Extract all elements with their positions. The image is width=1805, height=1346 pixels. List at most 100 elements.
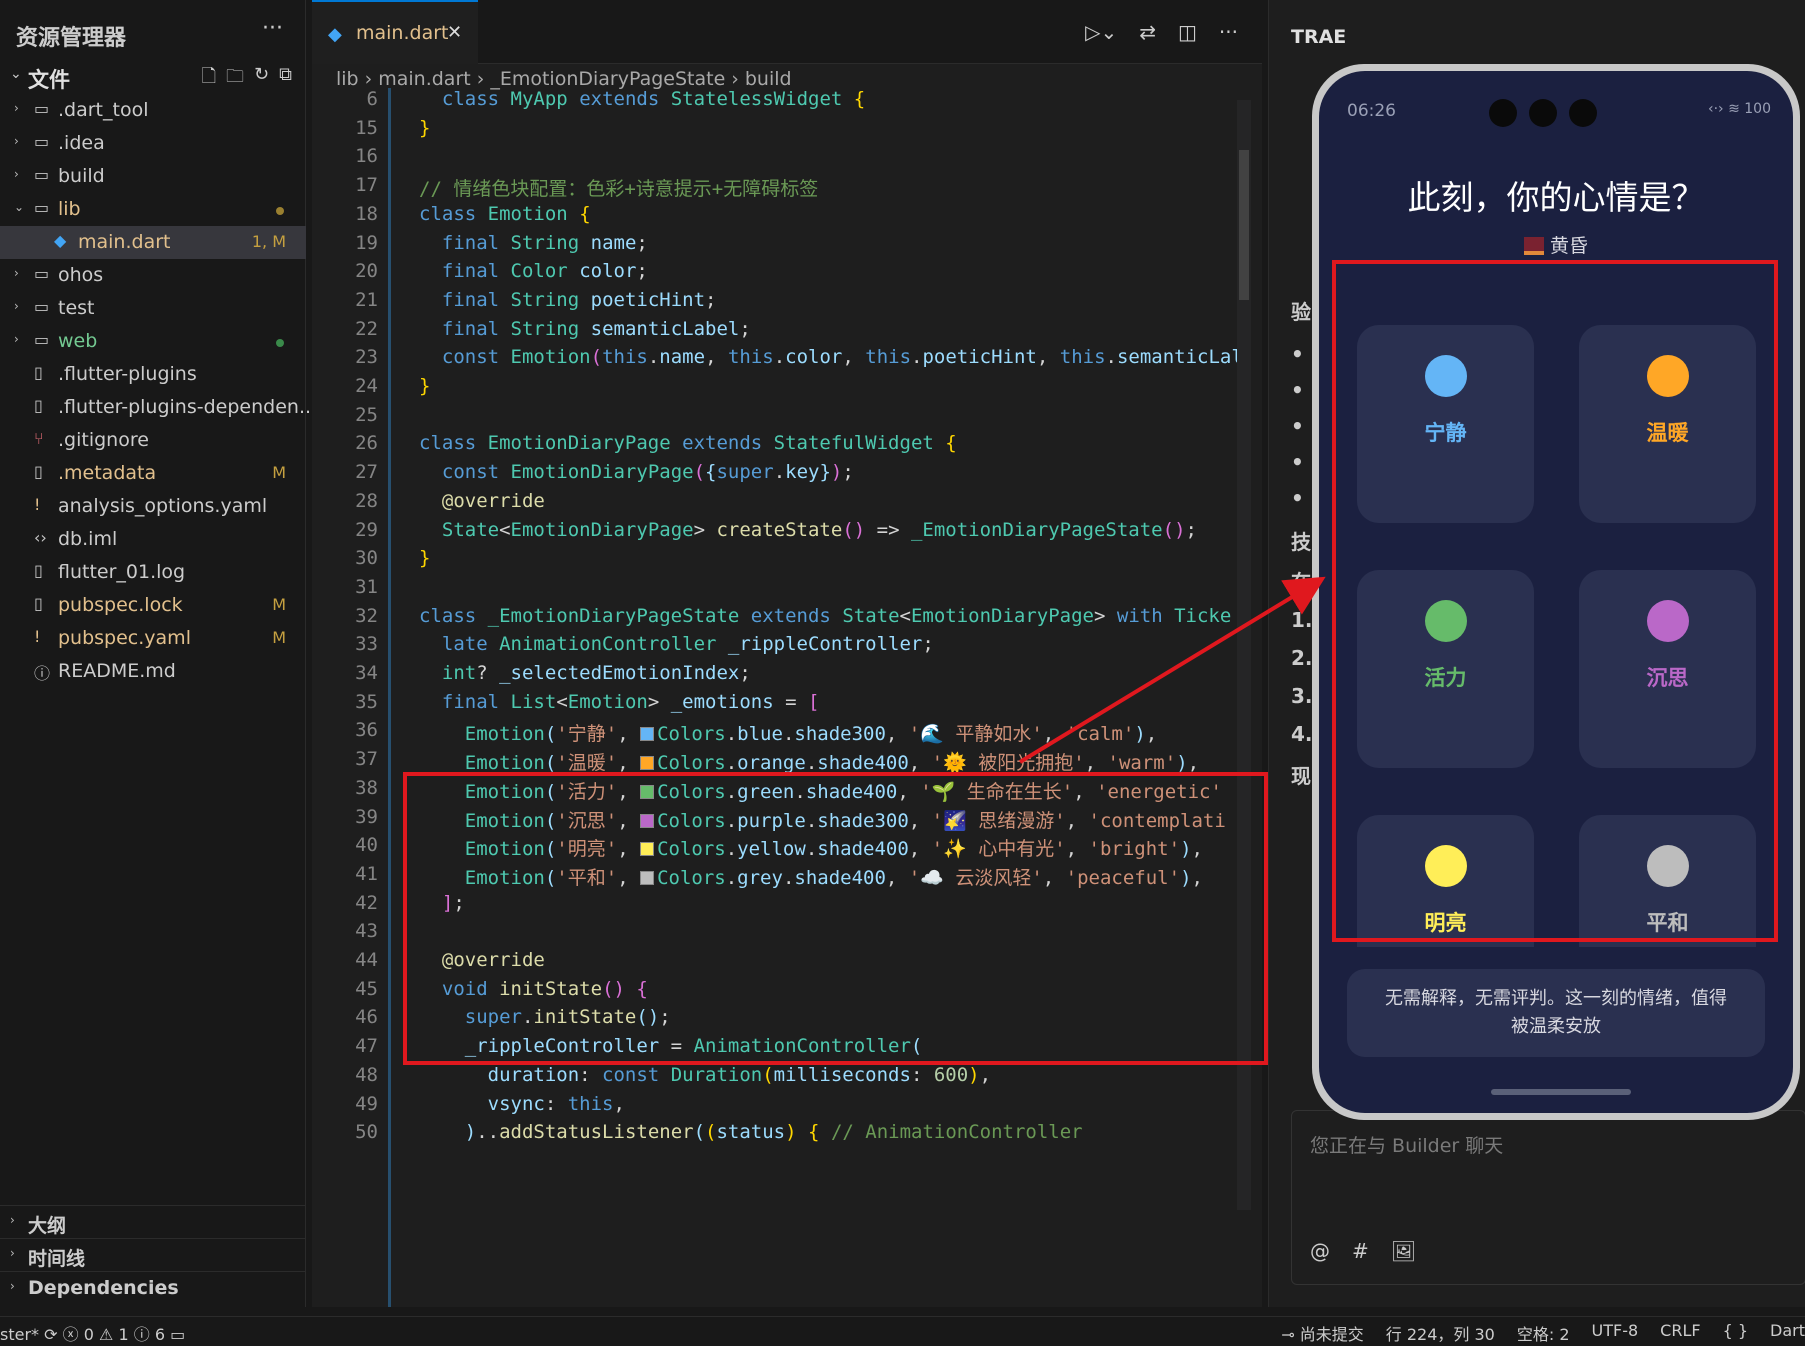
compare-icon[interactable]: ⇄ [1139, 20, 1156, 44]
code-line[interactable]: class Emotion { [419, 203, 591, 225]
more-actions-icon[interactable]: ··· [262, 16, 283, 41]
image-icon[interactable]: 🖼 [1391, 1239, 1416, 1263]
breadcrumb-item[interactable]: build [745, 68, 792, 90]
line-number: 26 [355, 432, 378, 455]
indentation[interactable]: 空格: 2 [1517, 1321, 1570, 1345]
tree-item[interactable]: ⑂ .gitignore [0, 424, 306, 457]
commit-status[interactable]: ⊸ 尚未提交 [1281, 1321, 1364, 1345]
tree-item[interactable]: ⓘ README.md [0, 655, 306, 688]
line-ending[interactable]: CRLF [1660, 1321, 1700, 1345]
sidebar-section[interactable]: › 大纲 [0, 1205, 306, 1238]
code-line[interactable]: const EmotionDiaryPage({super.key}); [419, 461, 854, 483]
run-icon[interactable]: ▷⌄ [1085, 20, 1117, 44]
code-area[interactable]: 6 class MyApp extends StatelessWidget {1… [312, 88, 1262, 1307]
tree-item[interactable]: ▯ pubspec.lock M [0, 589, 306, 622]
tree-item[interactable]: ‹› db.iml [0, 523, 306, 556]
refresh-icon[interactable]: ↻ [254, 64, 269, 94]
code-line[interactable]: Emotion('宁静', Colors.blue.shade300, '🌊 平… [419, 719, 1157, 746]
chat-input[interactable]: 您正在与 Builder 聊天 @ # 🖼 [1291, 1110, 1805, 1285]
code-line[interactable]: State<EmotionDiaryPage> createState() =>… [419, 519, 1197, 541]
code-line[interactable]: vsync: this, [419, 1093, 625, 1115]
code-line[interactable]: @override [419, 490, 545, 512]
line-number: 43 [355, 920, 378, 943]
folder-icon: ▭ [34, 330, 50, 349]
tree-item[interactable]: › ▭ ohos [0, 259, 306, 292]
line-number: 19 [355, 231, 378, 254]
encoding[interactable]: UTF-8 [1592, 1321, 1639, 1345]
code-editor: ◆ main.dart ✕ ▷⌄ ⇄ ◫ ··· lib › main.dart › _… [312, 0, 1262, 1307]
sunset-icon [1523, 237, 1544, 255]
code-line[interactable]: final Color color; [419, 260, 648, 282]
code-line[interactable]: class _EmotionDiaryPageState extends Sta… [419, 605, 1231, 627]
tree-item[interactable]: ▯ .metadata M [0, 457, 306, 490]
tree-item[interactable]: ▯ .flutter-plugins [0, 358, 306, 391]
warning-count[interactable]: 1 [118, 1325, 128, 1344]
tree-item[interactable]: › ▭ .idea [0, 127, 306, 160]
branch-label[interactable]: ster* [0, 1325, 39, 1344]
tree-item[interactable]: › ▭ web [0, 325, 306, 358]
folder-icon: ▭ [34, 99, 50, 118]
code-line[interactable]: // 情绪色块配置：色彩+诗意提示+无障碍标签 [419, 174, 818, 201]
tree-item[interactable]: ! pubspec.yaml M [0, 622, 306, 655]
tree-item[interactable]: ⌄ ▭ lib [0, 193, 306, 226]
code-line[interactable]: final String semanticLabel; [419, 318, 751, 340]
new-folder-icon[interactable]: 🗀 [226, 64, 244, 94]
code-line[interactable]: class MyApp extends StatelessWidget { [419, 88, 865, 110]
sidebar-section[interactable]: › 时间线 [0, 1238, 306, 1271]
tree-item-label: flutter_01.log [58, 561, 186, 583]
scrollbar-thumb[interactable] [1239, 150, 1249, 300]
tree-item[interactable]: ! analysis_options.yaml [0, 490, 306, 523]
sync-icon[interactable]: ⟳ [44, 1325, 63, 1344]
trae-title: TRAE [1291, 26, 1347, 48]
tree-item[interactable]: › ▭ .dart_tool [0, 94, 306, 127]
tree-item[interactable]: › ▭ test [0, 292, 306, 325]
chevron-right-icon: › [14, 134, 19, 148]
code-line[interactable]: const Emotion(this.name, this.color, thi… [419, 346, 1243, 368]
tab-main-dart[interactable]: ◆ main.dart ✕ [312, 0, 478, 64]
split-editor-icon[interactable]: ◫ [1178, 20, 1197, 44]
ide-window: 资源管理器 ··· ⌄ 文件 🗋 🗀 ↻ ⧉ › ▭ .dart_tool › ▭ .id… [0, 0, 1805, 1346]
panel-edge-char: 现 [1291, 764, 1311, 788]
terminal-icon[interactable]: ▭ [170, 1325, 185, 1344]
line-number: 24 [355, 375, 378, 397]
language-mode[interactable]: Dart [1770, 1321, 1805, 1345]
code-line[interactable]: final String name; [419, 232, 648, 254]
tree-item[interactable]: ◆ main.dart 1, M [0, 226, 306, 259]
code-line[interactable]: int? _selectedEmotionIndex; [419, 662, 751, 684]
error-count[interactable]: 0 [84, 1325, 94, 1344]
code-line[interactable]: } [419, 117, 430, 139]
code-line[interactable]: } [419, 547, 430, 569]
hash-icon[interactable]: # [1352, 1239, 1369, 1263]
code-line[interactable]: final String poeticHint; [419, 289, 717, 311]
close-icon[interactable]: ✕ [447, 22, 462, 43]
collapse-all-icon[interactable]: ⧉ [279, 64, 292, 94]
info-count[interactable]: 6 [155, 1325, 165, 1344]
files-section-header[interactable]: ⌄ 文件 🗋 🗀 ↻ ⧉ [0, 60, 306, 94]
panel-edge-char: 4. [1291, 722, 1313, 746]
braces-icon[interactable]: { } [1723, 1321, 1748, 1345]
tree-item[interactable]: ▯ flutter_01.log [0, 556, 306, 589]
panel-edge-char: • [1291, 450, 1304, 474]
breadcrumb-item[interactable]: lib [336, 68, 359, 90]
mention-icon[interactable]: @ [1310, 1239, 1330, 1263]
breadcrumb-item[interactable]: _EmotionDiaryPageState [490, 68, 725, 90]
folder-icon: ▭ [34, 297, 50, 316]
tree-item-label: web [58, 330, 98, 352]
code-line[interactable]: class EmotionDiaryPage extends StatefulW… [419, 432, 957, 454]
code-line[interactable]: duration: const Duration(milliseconds: 6… [419, 1064, 991, 1086]
breadcrumb-item[interactable]: main.dart [378, 68, 470, 90]
home-indicator[interactable] [1491, 1089, 1631, 1095]
code-line[interactable]: late AnimationController _rippleControll… [419, 633, 934, 655]
code-line[interactable]: )..addStatusListener((status) { // Anima… [419, 1121, 1083, 1143]
more-icon[interactable]: ··· [1219, 20, 1238, 44]
code-line[interactable]: final List<Emotion> _emotions = [ [419, 691, 820, 713]
tree-item[interactable]: ▯ .flutter-plugins-dependen... [0, 391, 317, 424]
tree-item[interactable]: › ▭ build [0, 160, 306, 193]
code-line[interactable]: } [419, 375, 430, 397]
sidebar-section-label: 大纲 [28, 1215, 67, 1237]
panel-edge-char: 技 [1291, 530, 1311, 554]
new-file-icon[interactable]: 🗋 [202, 64, 216, 94]
sidebar-section[interactable]: › Dependencies [0, 1271, 306, 1304]
breadcrumb: lib › main.dart › _EmotionDiaryPageState › bui… [336, 68, 798, 90]
cursor-position[interactable]: 行 224，列 30 [1386, 1321, 1495, 1345]
